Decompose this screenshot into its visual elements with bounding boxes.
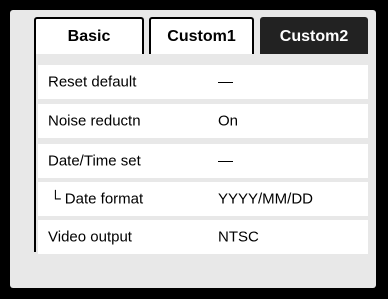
menu-row-date-time-set[interactable]: Date/Time set — [38, 144, 368, 178]
menu-row-value: — [218, 152, 233, 170]
settings-menu: Reset default — Noise reductn On Date/Ti… [34, 54, 368, 254]
menu-row-value: NTSC [218, 228, 259, 246]
menu-row-label: Date/Time set [48, 152, 141, 170]
tab-custom2[interactable]: Custom2 [260, 17, 368, 54]
tab-basic-label: Basic [67, 27, 111, 45]
menu-row-label: Reset default [48, 73, 137, 91]
menu-row-noise-reduction[interactable]: Noise reductn On [38, 104, 368, 138]
tab-custom2-label: Custom2 [279, 27, 349, 45]
menu-row-video-output[interactable]: Video output NTSC [38, 220, 368, 254]
tab-basic[interactable]: Basic [34, 17, 144, 54]
menu-row-date-format[interactable]: └ Date format YYYY/MM/DD [38, 182, 368, 216]
menu-row-label: Noise reductn [48, 112, 141, 130]
tab-custom1[interactable]: Custom1 [149, 17, 254, 54]
menu-row-label: └ Date format [50, 190, 144, 208]
menu-row-value: — [218, 73, 233, 91]
menu-row-value: On [218, 112, 239, 130]
menu-row-label: Video output [48, 228, 132, 246]
tab-custom1-label: Custom1 [167, 27, 236, 45]
menu-row-reset-default[interactable]: Reset default — [38, 65, 368, 99]
menu-row-value: YYYY/MM/DD [218, 190, 314, 208]
